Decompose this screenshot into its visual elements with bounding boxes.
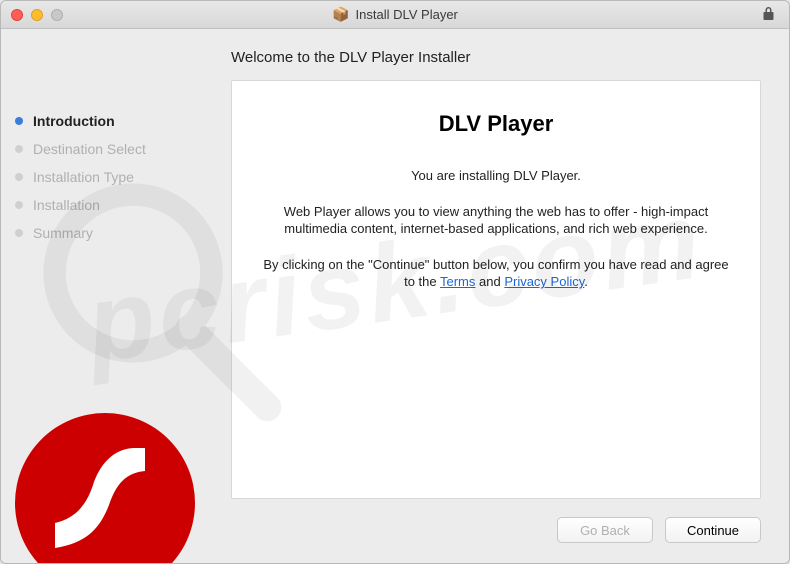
step-label: Destination Select — [33, 141, 146, 157]
package-icon: 📦 — [332, 6, 349, 23]
traffic-lights — [11, 9, 63, 21]
main-content: Welcome to the DLV Player Installer DLV … — [213, 29, 789, 563]
minimize-window-button[interactable] — [31, 9, 43, 21]
agree-suffix: . — [584, 274, 588, 289]
step-label: Installation — [33, 197, 100, 213]
agree-mid: and — [475, 274, 504, 289]
lock-icon[interactable] — [762, 6, 775, 24]
window-title: Install DLV Player — [356, 7, 458, 22]
maximize-window-button — [51, 9, 63, 21]
description-text: Web Player allows you to view anything t… — [262, 203, 730, 238]
agreement-text: By clicking on the "Continue" button bel… — [262, 256, 730, 291]
button-row: Go Back Continue — [231, 499, 761, 543]
step-label: Summary — [33, 225, 93, 241]
terms-link[interactable]: Terms — [440, 274, 475, 289]
step-installation: Installation — [1, 191, 213, 219]
sidebar: Introduction Destination Select Installa… — [1, 29, 213, 563]
installing-text: You are installing DLV Player. — [262, 167, 730, 185]
privacy-policy-link[interactable]: Privacy Policy — [504, 274, 584, 289]
step-destination-select: Destination Select — [1, 135, 213, 163]
step-introduction: Introduction — [1, 107, 213, 135]
titlebar: 📦 Install DLV Player — [1, 1, 789, 29]
panel-title: DLV Player — [262, 111, 730, 137]
step-summary: Summary — [1, 219, 213, 247]
flash-logo-icon — [15, 413, 195, 563]
step-installation-type: Installation Type — [1, 163, 213, 191]
go-back-button: Go Back — [557, 517, 653, 543]
welcome-heading: Welcome to the DLV Player Installer — [231, 49, 761, 66]
content-panel: DLV Player You are installing DLV Player… — [231, 80, 761, 499]
close-window-button[interactable] — [11, 9, 23, 21]
installer-window: 📦 Install DLV Player Introduction Destin… — [0, 0, 790, 564]
continue-button[interactable]: Continue — [665, 517, 761, 543]
step-label: Installation Type — [33, 169, 134, 185]
step-label: Introduction — [33, 113, 115, 129]
